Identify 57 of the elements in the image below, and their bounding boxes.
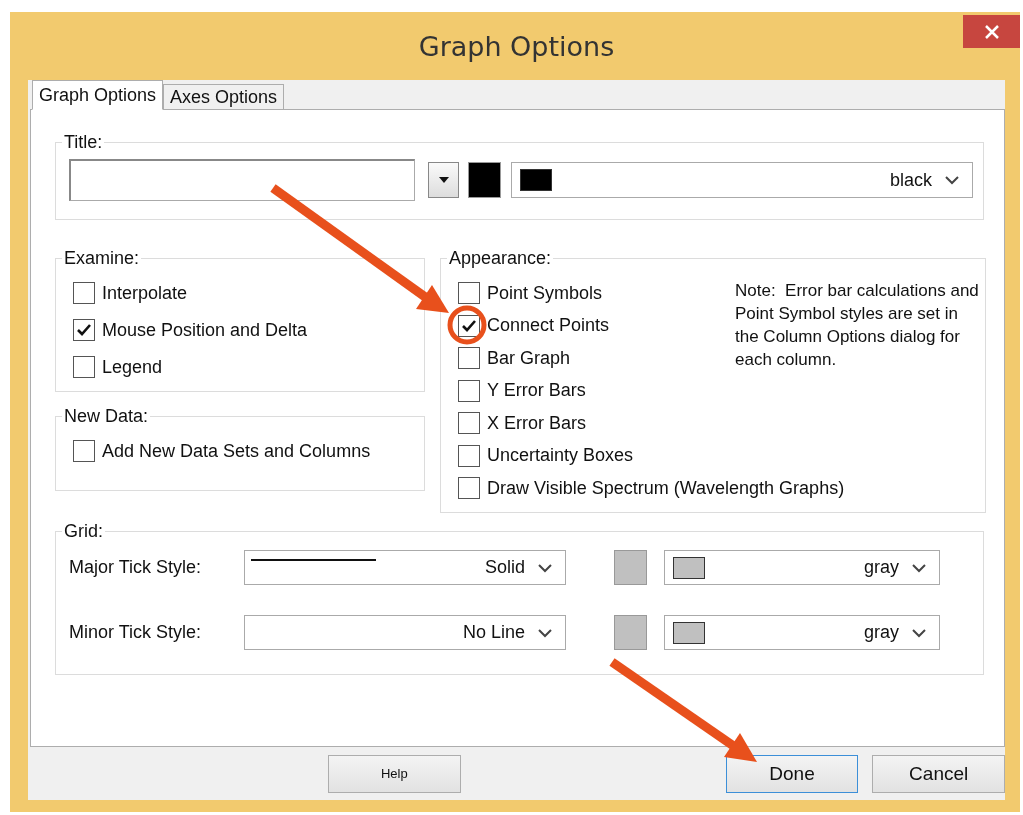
checkbox[interactable]	[458, 444, 480, 467]
tab[interactable]: Axes Options	[163, 84, 285, 110]
checkbox[interactable]	[458, 379, 480, 402]
group-label: New Data:	[63, 406, 150, 427]
checkbox[interactable]	[458, 314, 480, 337]
checkbox[interactable]	[458, 412, 480, 434]
line-style-select[interactable]: Solid	[244, 550, 566, 585]
checkbox[interactable]	[73, 440, 95, 462]
color-select[interactable]: gray	[664, 550, 940, 585]
tab[interactable]: Graph Options	[32, 80, 164, 110]
checkbox[interactable]	[73, 356, 95, 378]
group-label: Title:	[63, 132, 104, 153]
checkbox[interactable]	[458, 282, 480, 304]
checkbox[interactable]	[458, 477, 480, 499]
caret-icon	[438, 177, 449, 183]
checkbox-label: Point Symbols	[487, 282, 603, 304]
window-title: Graph Options	[418, 30, 615, 62]
checkbox-label: Draw Visible Spectrum (Wavelength Graphs)	[487, 477, 845, 499]
color-select[interactable]: black	[511, 162, 973, 198]
chevron-icon	[537, 627, 553, 638]
checkbox-label: Interpolate	[102, 282, 188, 304]
group-label: Examine:	[63, 248, 141, 269]
close-button[interactable]	[963, 15, 1020, 48]
title-field[interactable]	[69, 159, 415, 201]
highlight-circle	[447, 305, 487, 345]
chevron-icon	[911, 627, 927, 638]
checkbox[interactable]	[73, 282, 95, 304]
checkbox-label: Connect Points	[487, 315, 610, 336]
checkbox-label: Add New Data Sets and Columns	[102, 440, 371, 462]
checkbox-label: Uncertainty Boxes	[487, 445, 634, 466]
group-label: Grid:	[63, 521, 104, 542]
dialog-button[interactable]: Help	[328, 754, 461, 793]
dropdown-button[interactable]	[428, 162, 459, 198]
chevron-icon	[537, 562, 553, 573]
chevron-icon	[944, 175, 960, 185]
checkbox-label: Y Error Bars	[487, 380, 586, 401]
color-swatch[interactable]	[614, 550, 647, 585]
checkbox[interactable]	[73, 319, 95, 341]
dialog-button[interactable]: Done	[725, 754, 859, 793]
check-icon	[76, 323, 92, 337]
checkbox-label: Bar Graph	[487, 347, 571, 369]
color-swatch[interactable]	[468, 162, 501, 198]
close-icon	[983, 23, 1000, 40]
checkbox-label: X Error Bars	[487, 412, 587, 434]
checkbox-label: Legend	[102, 356, 163, 378]
checkbox-label: Mouse Position and Delta	[102, 319, 308, 341]
line-style-select[interactable]: No Line	[244, 615, 566, 650]
row-label: Major Tick Style:	[69, 557, 203, 578]
dialog-button[interactable]: Cancel	[872, 754, 1005, 793]
group-label: Appearance:	[448, 248, 553, 269]
note-text: Note: Error bar calculations and Point Symbol styles are set in the Column Options dialog for each column.	[735, 280, 980, 371]
color-select[interactable]: gray	[664, 615, 940, 650]
chevron-icon	[911, 562, 927, 573]
color-swatch[interactable]	[614, 615, 647, 650]
row-label: Minor Tick Style:	[69, 622, 203, 643]
checkbox[interactable]	[458, 347, 480, 369]
check-icon	[461, 318, 477, 333]
